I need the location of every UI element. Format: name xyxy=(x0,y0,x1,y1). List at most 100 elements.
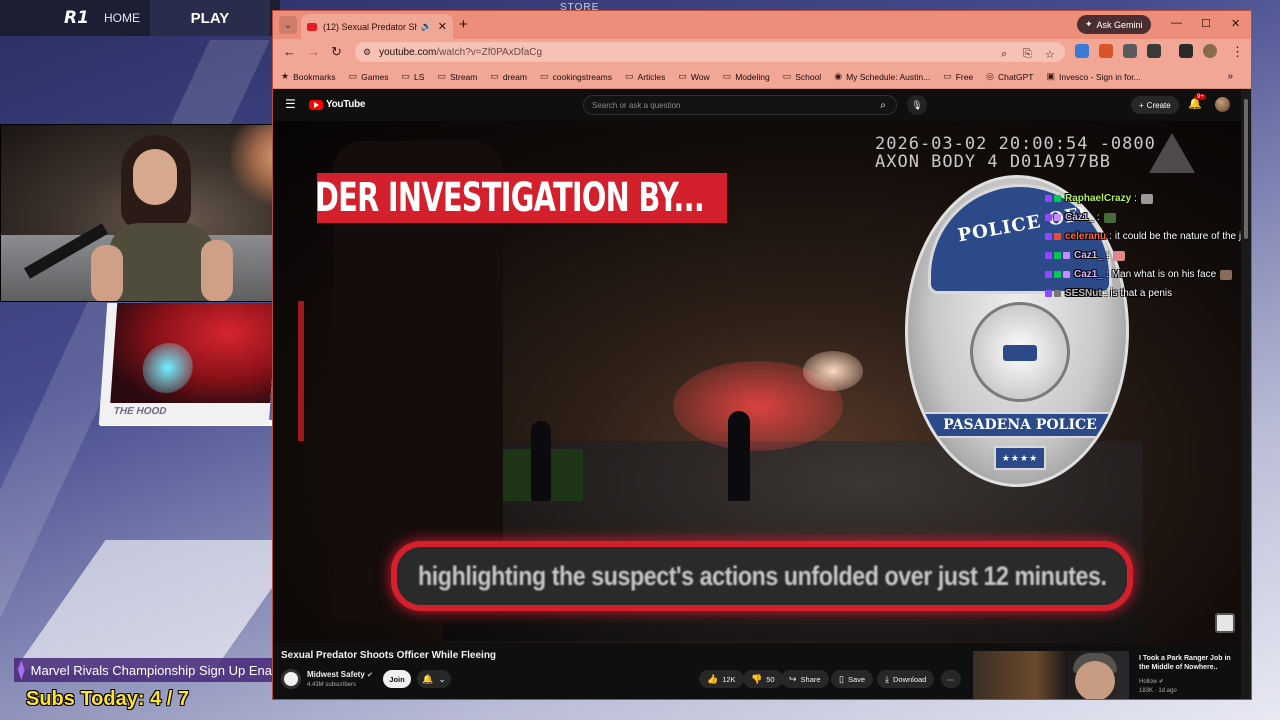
address-bar[interactable]: ⚙ youtube.com/watch?v=Zf0PAxDfaCg ⌕ ⎘ ☆ xyxy=(355,42,1065,62)
bookmark-label: Articles xyxy=(637,71,666,82)
recommended-video-thumbnail[interactable] xyxy=(973,651,1129,699)
tab-youtube[interactable]: (12) Sexual Predator Shoots 🔊 ✕ xyxy=(301,14,453,39)
folder-icon: ▭ xyxy=(490,71,499,81)
chat-text: Man what is on his face xyxy=(1111,269,1217,280)
bookmark-stream[interactable]: ▭ Stream xyxy=(437,71,477,82)
bookmark-bookmarks[interactable]: ★ Bookmarks xyxy=(281,71,336,82)
join-button[interactable]: Join xyxy=(383,670,411,688)
chat-username: Caz1_ xyxy=(1074,250,1103,261)
bookmark-free[interactable]: ▭ Free xyxy=(943,71,973,82)
like-button[interactable]: 👍 12K xyxy=(699,670,744,688)
bookmark-games[interactable]: ▭ Games xyxy=(349,71,389,82)
download-button[interactable]: ⤓ Download xyxy=(877,670,935,688)
channel-name[interactable]: Midwest Safety ✔ xyxy=(307,670,373,679)
event-ticker: Marvel Rivals Championship Sign Up Ena xyxy=(14,658,272,682)
maximize-icon[interactable]: ☐ xyxy=(1201,17,1211,30)
bookmark-articles[interactable]: ▭ Articles xyxy=(625,71,665,82)
tab-bar: ⌄ (12) Sexual Predator Shoots 🔊 ✕ + ✦ As… xyxy=(273,11,1251,39)
bookmark-label: School xyxy=(795,71,822,82)
youtube-search-input[interactable]: Search or ask a question ⌕ xyxy=(583,95,897,115)
extension-2-icon[interactable] xyxy=(1099,44,1113,58)
forward-icon[interactable]: → xyxy=(307,44,320,59)
bookmark-label: Bookmarks xyxy=(293,71,336,82)
subscriber-badge-icon xyxy=(1045,214,1052,221)
screen: R1 HOME PLAY STORE THE HOOD Marvel Rival… xyxy=(0,0,1280,720)
subscriber-badge-icon xyxy=(1045,233,1052,240)
decorative-panel xyxy=(14,540,306,670)
hero-card[interactable]: THE HOOD xyxy=(98,303,278,425)
chat-username: Caz1_ xyxy=(1065,212,1094,223)
site-info-icon[interactable]: ⚙ xyxy=(363,47,371,58)
extension-1-icon[interactable] xyxy=(1075,44,1089,58)
folder-icon: ▭ xyxy=(678,71,687,81)
extensions-puzzle-icon[interactable] xyxy=(1147,44,1161,58)
bookmark-chatgpt[interactable]: ◎ ChatGPT xyxy=(986,71,1033,82)
subscriber-badge-icon xyxy=(1045,195,1052,202)
create-button[interactable]: + Create xyxy=(1131,96,1179,114)
minimize-icon[interactable]: — xyxy=(1171,17,1182,29)
share-button[interactable]: ↪ Share xyxy=(781,670,829,688)
axon-logo-icon xyxy=(1149,133,1195,173)
bookmark-label: LS xyxy=(414,71,425,82)
bookmark-my-schedule[interactable]: ◉ My Schedule: Austin... xyxy=(834,71,930,82)
hero-glow xyxy=(140,343,195,393)
subscriber-badge-icon xyxy=(1045,271,1052,278)
bookmarks-bar: ★ Bookmarks ▭ Games ▭ LS ▭ Stream ▭ dream ▭ co… xyxy=(273,65,1251,89)
bookmark-modeling[interactable]: ▭ Modeling xyxy=(723,71,770,82)
ask-gemini-button[interactable]: ✦ Ask Gemini xyxy=(1077,15,1151,34)
chat-message: SESNut: is that a penis xyxy=(1045,284,1251,303)
subscription-bell-button[interactable]: 🔔 ⌄ xyxy=(417,670,451,688)
page-scrollbar[interactable] xyxy=(1241,89,1251,699)
bookmark-dream[interactable]: ▭ dream xyxy=(490,71,527,82)
close-window-icon[interactable]: ✕ xyxy=(1231,17,1240,30)
voice-search-icon[interactable]: 🎙 xyxy=(907,95,927,115)
speaker-icon[interactable]: 🔊 xyxy=(421,21,432,32)
more-bookmarks-icon[interactable]: » xyxy=(1227,71,1233,82)
bookmark-invesco[interactable]: ▣ Invesco - Sign in for... xyxy=(1046,71,1140,82)
video-banner: DER INVESTIGATION BY... xyxy=(317,173,727,223)
home-nav-button[interactable]: HOME xyxy=(104,11,140,25)
tab-search-icon[interactable]: ⌄ xyxy=(279,16,297,34)
download-icon: ⤓ xyxy=(885,673,889,684)
bookmark-ls[interactable]: ▭ LS xyxy=(402,71,425,82)
channel-avatar[interactable] xyxy=(281,669,301,689)
diamond-icon xyxy=(18,660,25,680)
search-icon[interactable]: ⌕ xyxy=(870,96,896,114)
account-avatar[interactable] xyxy=(1215,97,1230,112)
install-icon[interactable]: ⎘ xyxy=(1023,48,1032,61)
profile-avatar[interactable] xyxy=(1203,44,1217,58)
bookmark-wow[interactable]: ▭ Wow xyxy=(678,71,709,82)
reload-icon[interactable]: ↻ xyxy=(331,44,342,60)
bookmark-cookingstreams[interactable]: ▭ cookingstreams xyxy=(540,71,612,82)
url-text: youtube.com/watch?v=Zf0PAxDfaCg xyxy=(379,47,542,58)
video-subtitle-text: highlighting the suspect's actions unfol… xyxy=(417,560,1107,591)
chat-colon: : xyxy=(1104,288,1108,299)
scrollbar-thumb[interactable] xyxy=(1244,99,1248,239)
browser-menu-icon[interactable]: ⋮ xyxy=(1231,44,1244,60)
subscriber-count: 4.43M subscribers xyxy=(307,682,357,688)
channel-watermark-icon[interactable] xyxy=(1215,613,1235,633)
reading-list-icon[interactable] xyxy=(1179,44,1193,58)
url-path: /watch?v=Zf0PAxDfaCg xyxy=(436,46,543,58)
dislike-button[interactable]: 👎 50 xyxy=(743,670,783,688)
recommended-video-title[interactable]: I Took a Park Ranger Job in the Middle o… xyxy=(1139,654,1239,672)
extension-3-icon[interactable] xyxy=(1123,44,1137,58)
bookmark-label: Invesco - Sign in for... xyxy=(1058,71,1141,82)
youtube-logo[interactable]: YouTube xyxy=(309,99,366,110)
recommended-channel[interactable]: Hollow ✔ xyxy=(1139,678,1164,685)
close-tab-icon[interactable]: ✕ xyxy=(438,20,447,33)
folder-icon: ▭ xyxy=(625,71,634,81)
subs-today-counter: Subs Today: 4 / 7 xyxy=(26,688,189,710)
bookmark-school[interactable]: ▭ School xyxy=(783,71,822,82)
ticker-text: Marvel Rivals Championship Sign Up Ena xyxy=(30,662,272,678)
chat-message: Caz1_: Man what is on his face xyxy=(1045,265,1251,284)
play-nav-button[interactable]: PLAY xyxy=(150,0,270,36)
back-icon[interactable]: ← xyxy=(283,44,296,59)
more-actions-button[interactable]: ⋯ xyxy=(941,670,961,688)
save-button[interactable]: ▯ Save xyxy=(831,670,874,688)
bookmark-star-icon[interactable]: ☆ xyxy=(1045,48,1055,61)
more-horizontal-icon: ⋯ xyxy=(947,674,955,684)
zoom-search-icon[interactable]: ⌕ xyxy=(1001,48,1007,61)
new-tab-icon[interactable]: + xyxy=(459,16,468,33)
hamburger-menu-icon[interactable]: ☰ xyxy=(285,97,296,111)
